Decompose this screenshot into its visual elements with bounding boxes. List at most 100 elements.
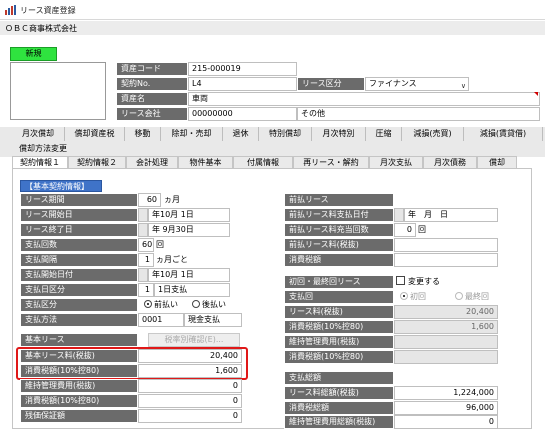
- radio-on-icon: [144, 300, 152, 308]
- payment-interval-unit: ヵ月ごと: [156, 255, 188, 264]
- lease-type-select[interactable]: ファイナンス ∨: [365, 77, 469, 91]
- fl-maintenance-label: 維持管理費用(税抜): [284, 335, 394, 349]
- checkbox-icon: [396, 276, 405, 285]
- prepaid-count-unit: 回: [418, 225, 426, 234]
- asset-code-field[interactable]: 215-000019: [188, 62, 297, 76]
- lease-start-label: リース開始日: [20, 208, 138, 222]
- prepaid-count-label: 前払リース料充当回数: [284, 223, 394, 237]
- payment-method-label: 支払方法: [20, 313, 138, 327]
- menu-monthly-depreciation[interactable]: 月次償却: [12, 127, 65, 141]
- total-lease-fee-field: 1,224,000: [394, 386, 498, 400]
- payment-type-label: 支払区分: [20, 298, 138, 312]
- menu-impairment-sale[interactable]: 減損(売買): [402, 127, 464, 141]
- total-tax-label: 消費税総額: [284, 401, 394, 415]
- menu-asset-tax[interactable]: 償却資産税: [65, 127, 125, 141]
- prepaid-date-field[interactable]: 年 月 日: [404, 208, 498, 222]
- lease-end-field[interactable]: 年 9月30日: [148, 223, 230, 237]
- payment-interval-field[interactable]: 1: [138, 253, 154, 267]
- prepaid-date-label: 前払リース料支払日付: [284, 208, 394, 222]
- menu-impairment-lease[interactable]: 減損(賃貸借): [464, 127, 543, 141]
- change-checkbox[interactable]: 変更する: [396, 275, 440, 289]
- total-maintenance-field: 0: [394, 415, 498, 429]
- total-lease-fee-label: リース料総額(税抜): [284, 386, 394, 400]
- lease-period-label: リース期間: [20, 193, 138, 207]
- base-lease-section: 基本リース: [20, 333, 138, 347]
- maintenance-tax-label: 消費税額(10%控80): [20, 394, 138, 408]
- prepaid-date-era: [394, 208, 404, 222]
- prepaid-tax-label: 消費税額: [284, 253, 394, 267]
- residual-guarantee-label: 残価保証額: [20, 409, 138, 423]
- lease-start-field[interactable]: 年10月 1日: [148, 208, 230, 222]
- lease-start-era: [138, 208, 148, 222]
- basic-contract-section: 【基本契約情報】: [20, 180, 102, 192]
- maintenance-tax-field[interactable]: 0: [138, 394, 242, 408]
- menu-compression[interactable]: 圧縮: [366, 127, 402, 141]
- radio-off-icon: [455, 292, 463, 300]
- lease-company-name: その他: [297, 107, 540, 121]
- prepaid-fee-field[interactable]: [394, 238, 498, 252]
- contract-no-field[interactable]: L4: [188, 77, 297, 91]
- menu-monthly-special[interactable]: 月次特別: [312, 127, 366, 141]
- radio-prepay-label: 前払い: [154, 300, 178, 309]
- fl-tax-field[interactable]: 1,600: [394, 320, 498, 334]
- payment-method-name: 現金支払: [184, 313, 242, 327]
- total-tax-field: 96,000: [394, 401, 498, 415]
- asset-name-field[interactable]: 車両: [188, 92, 540, 106]
- new-button[interactable]: 新規: [10, 47, 57, 61]
- payment-round-label: 支払回: [284, 290, 394, 304]
- first-last-lease-section: 初回・最終回リース: [284, 275, 394, 289]
- menu-change-depreciation-method[interactable]: 償却方法変更: [12, 142, 74, 156]
- payment-day-type-name: 1日支払: [154, 283, 230, 297]
- radio-on-icon: [400, 292, 408, 300]
- lease-company-code[interactable]: 00000000: [188, 107, 297, 121]
- fl-maintenance-field[interactable]: [394, 335, 498, 349]
- payment-count-field[interactable]: 60: [138, 238, 154, 252]
- lease-type-value: ファイナンス: [369, 79, 417, 88]
- fl-lease-fee-label: リース料(税抜): [284, 305, 394, 319]
- radio-first[interactable]: 初回: [400, 290, 426, 304]
- lease-type-label: リース区分: [297, 77, 365, 91]
- tax-rate-confirm-button[interactable]: 税率別確認(E)...: [148, 333, 240, 347]
- radio-last-label: 最終回: [465, 292, 489, 301]
- lease-company-label: リース会社: [116, 107, 188, 121]
- menu-special-depreciation[interactable]: 特別償却: [259, 127, 312, 141]
- prepaid-lease-section: 前払リース: [284, 193, 394, 207]
- payment-method-code[interactable]: 0001: [138, 313, 184, 327]
- radio-prepay[interactable]: 前払い: [144, 298, 178, 312]
- fl-lease-fee-field[interactable]: 20,400: [394, 305, 498, 319]
- chevron-down-icon: ∨: [460, 82, 466, 90]
- fl-maintenance-tax-label: 消費税額(10%控80): [284, 350, 394, 364]
- menu-move[interactable]: 移動: [125, 127, 161, 141]
- prepaid-tax-field[interactable]: [394, 253, 498, 267]
- highlight-box: [16, 347, 248, 380]
- lease-period-unit: ヵ月: [164, 195, 180, 204]
- change-checkbox-label: 変更する: [408, 277, 440, 286]
- residual-guarantee-field[interactable]: 0: [138, 409, 242, 423]
- menu-idle[interactable]: 退休: [223, 127, 259, 141]
- prepaid-count-field[interactable]: 0: [394, 223, 416, 237]
- prepaid-fee-label: 前払リース料(税抜): [284, 238, 394, 252]
- radio-postpay-label: 後払い: [202, 300, 226, 309]
- lease-end-label: リース終了日: [20, 223, 138, 237]
- lease-period-field[interactable]: 60: [138, 193, 161, 207]
- menu-dispose-sell[interactable]: 除却・売却: [161, 127, 223, 141]
- radio-first-label: 初回: [410, 292, 426, 301]
- radio-postpay[interactable]: 後払い: [192, 298, 226, 312]
- radio-last[interactable]: 最終回: [455, 290, 489, 304]
- payment-total-section: 支払総額: [284, 371, 394, 385]
- window-title: リース資産登録: [20, 6, 76, 15]
- payment-day-type-code[interactable]: 1: [138, 283, 154, 297]
- payment-count-unit: 回: [156, 240, 164, 249]
- photo-area[interactable]: [10, 62, 106, 120]
- contract-no-label: 契約No.: [116, 77, 188, 91]
- company-bar: ＯＢＣ商事株式会社: [0, 21, 545, 35]
- company-name: ＯＢＣ商事株式会社: [5, 24, 77, 33]
- payment-start-era: [138, 268, 148, 282]
- payment-start-field[interactable]: 年10月 1日: [148, 268, 230, 282]
- fl-maintenance-tax-field[interactable]: [394, 350, 498, 364]
- asset-code-label: 資産コード: [116, 62, 188, 76]
- payment-interval-label: 支払間隔: [20, 253, 138, 267]
- payment-day-type-label: 支払日区分: [20, 283, 138, 297]
- total-maintenance-label: 維持管理費用総額(税抜): [284, 415, 394, 429]
- maintenance-fee-field[interactable]: 0: [138, 379, 242, 393]
